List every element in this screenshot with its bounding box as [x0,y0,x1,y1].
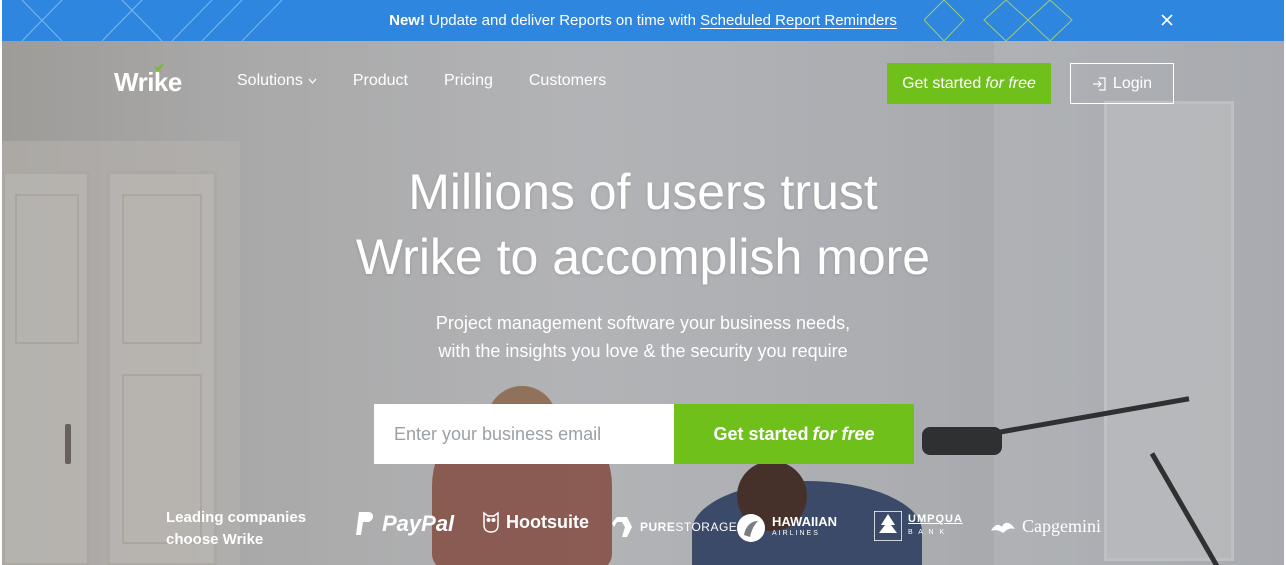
nav-pricing[interactable]: Pricing [444,72,493,90]
hootsuite-logo: Hootsuite [482,511,589,533]
logo-check-icon [154,63,164,71]
leading-line-1: Leading companies [166,509,307,526]
hawaiian-name: HAWAIIAN [772,514,837,529]
nav-product[interactable]: Product [353,72,408,90]
announcement-message: New! Update and deliver Reports on time … [389,12,897,29]
umpqua-name: UMPQUA [908,513,963,525]
hero-headline: Millions of users trust Wrike to accompl… [2,160,1284,290]
hero-cta-suffix: for free [812,423,875,444]
hero-section: Wrike Solutions Product Pricing Customer… [2,41,1284,565]
pure-storage-logo: PURESTORAGE [610,515,737,539]
top-navigation: Wrike Solutions Product Pricing Customer… [2,41,1284,123]
nav-links: Solutions Product Pricing Customers [237,72,606,90]
announcement-new-label: New! [389,12,425,29]
diamond-pattern-left [21,0,283,41]
wrike-logo[interactable]: Wrike [114,63,182,98]
pure-rest: STORAGE [675,520,738,534]
capgemini-logo: Capgemini [990,516,1101,537]
headline-line-2: Wrike to accomplish more [355,229,931,285]
nav-cta-label: Get started [902,74,982,92]
hero-subheading: Project management software your busines… [2,309,1284,365]
hero-cta-label: Get started [713,423,809,444]
leading-line-2: choose Wrike [166,531,264,548]
nav-solutions-label: Solutions [237,72,303,89]
nav-customers[interactable]: Customers [529,72,606,90]
paypal-name: PayPal [382,511,455,536]
umpqua-icon [874,511,902,541]
hawaiian-airlines-logo: HAWAIIAN AIRLINES [736,513,837,543]
capgemini-name: Capgemini [1022,516,1101,536]
chevron-down-icon [308,78,317,84]
login-icon [1092,76,1106,91]
diamond-pattern-right [924,0,1073,41]
owl-icon [483,511,499,533]
hootsuite-name: Hootsuite [506,511,589,532]
umpqua-bank-logo: UMPQUA B A N K [874,511,963,541]
nav-get-started-button[interactable]: Get started for free [887,63,1051,104]
nav-cta-suffix: for free [985,74,1036,92]
subhead-line-2: with the insights you love & the securit… [438,341,848,361]
paypal-logo: PayPal [354,511,454,537]
capgemini-icon [991,522,1015,533]
business-email-input[interactable] [374,404,674,464]
subhead-line-1: Project management software your busines… [435,313,851,333]
login-button[interactable]: Login [1070,63,1174,104]
hawaiian-icon [737,514,765,542]
close-icon[interactable] [1158,11,1176,29]
hero-get-started-button[interactable]: Get started for free [674,404,914,464]
pure-storage-icon [612,517,632,537]
scheduled-reminders-link[interactable]: Scheduled Report Reminders [700,12,897,29]
umpqua-sub: B A N K [908,529,947,536]
announcement-text: Update and deliver Reports on time with [429,12,696,29]
logo-text: Wrike [114,67,182,97]
nav-solutions[interactable]: Solutions [237,72,317,90]
hawaiian-sub: AIRLINES [772,530,820,537]
pure-bold: PURE [640,520,676,534]
headline-line-1: Millions of users trust [408,164,878,220]
announcement-bar: New! Update and deliver Reports on time … [2,0,1284,41]
leading-companies-label: Leading companies choose Wrike [166,507,306,551]
login-label: Login [1112,74,1153,92]
paypal-icon [356,512,374,535]
